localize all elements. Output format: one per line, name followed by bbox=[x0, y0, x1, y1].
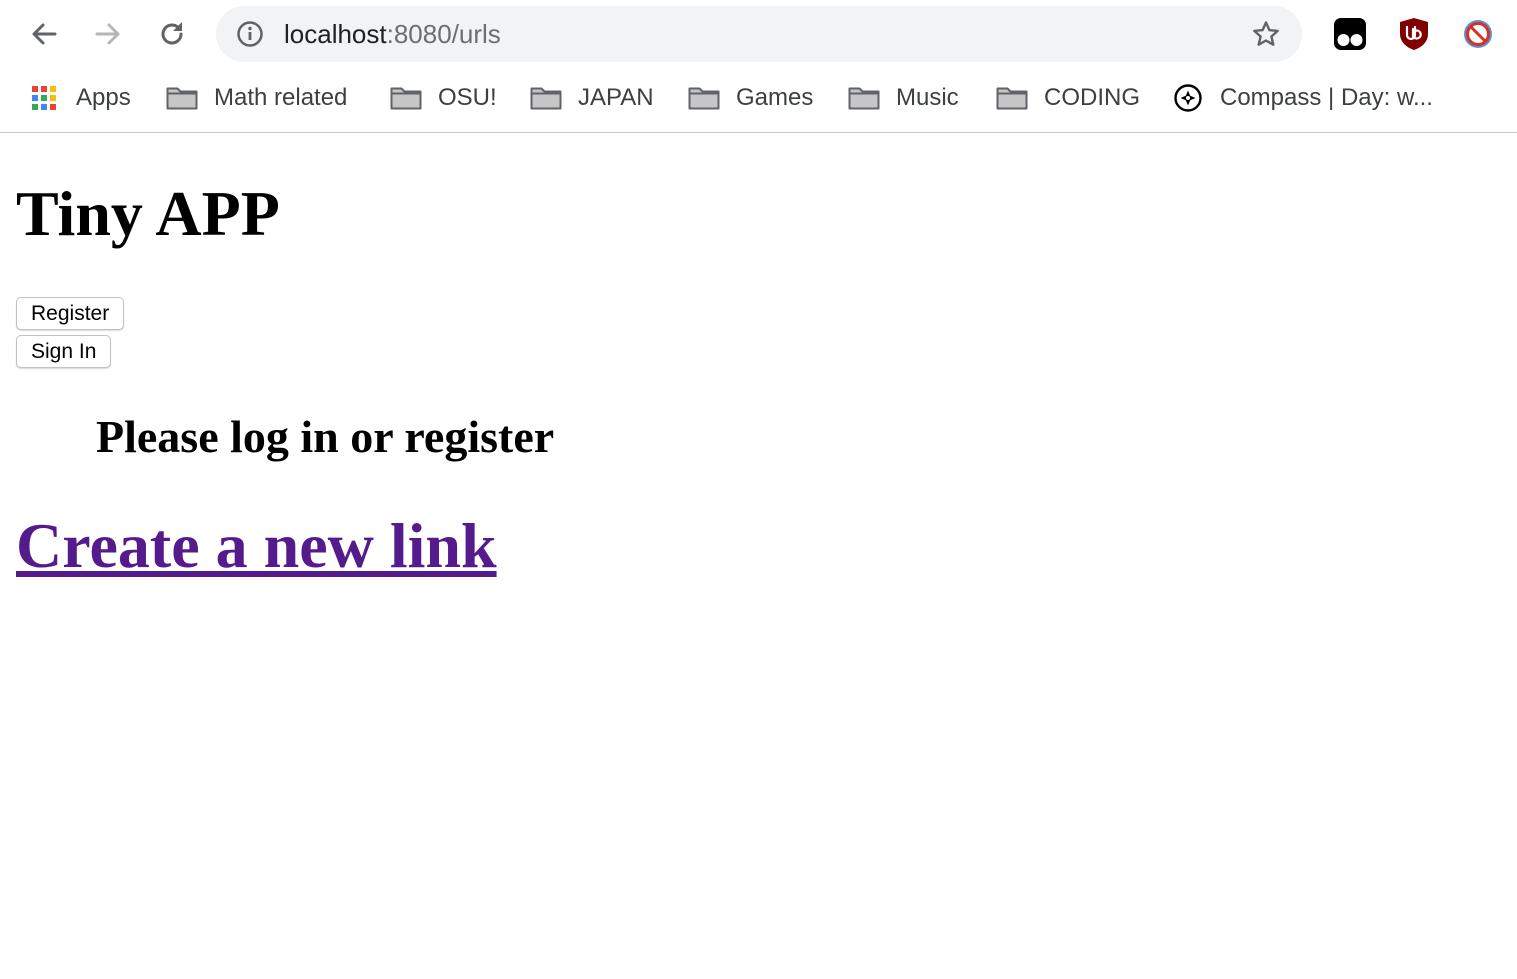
forward-button[interactable] bbox=[88, 14, 128, 54]
bookmark-folder-coding[interactable]: CODING bbox=[996, 82, 1140, 114]
address-bar[interactable]: localhost:8080/urls bbox=[216, 6, 1302, 62]
folder-icon bbox=[530, 82, 562, 114]
create-new-link[interactable]: Create a new link bbox=[16, 506, 497, 586]
bookmark-folder-osu[interactable]: OSU! bbox=[390, 82, 497, 114]
bookmark-label: Music bbox=[896, 84, 959, 111]
bookmark-label: Compass | Day: w... bbox=[1220, 84, 1433, 111]
arrow-right-icon bbox=[92, 18, 124, 50]
ublock-origin-icon[interactable] bbox=[1396, 16, 1432, 52]
url-text[interactable]: localhost:8080/urls bbox=[284, 19, 501, 49]
bookmark-star-icon[interactable] bbox=[1250, 18, 1282, 50]
bookmark-compass[interactable]: Compass | Day: w... bbox=[1172, 82, 1433, 114]
folder-icon bbox=[848, 82, 880, 114]
sign-in-button[interactable]: Sign In bbox=[16, 335, 112, 368]
folder-icon bbox=[996, 82, 1028, 114]
bookmark-folder-music[interactable]: Music bbox=[848, 82, 959, 114]
reload-icon bbox=[156, 18, 188, 50]
page-content: Tiny APP Register Sign In Please log in … bbox=[0, 134, 1517, 979]
register-button[interactable]: Register bbox=[16, 297, 125, 330]
bookmarks-bar: Apps Math related OSU! JAPAN Games Music bbox=[0, 68, 1517, 133]
folder-icon bbox=[166, 82, 198, 114]
compass-icon bbox=[1172, 82, 1204, 114]
back-button[interactable] bbox=[24, 14, 64, 54]
browser-toolbar: localhost:8080/urls bbox=[0, 0, 1517, 68]
bookmark-label: OSU! bbox=[438, 84, 497, 111]
url-path: :8080/urls bbox=[386, 19, 501, 49]
folder-icon bbox=[688, 82, 720, 114]
bookmark-folder-math[interactable]: Math related bbox=[166, 82, 347, 114]
blocker-icon[interactable] bbox=[1460, 16, 1496, 52]
apps-grid-icon bbox=[28, 82, 60, 114]
reload-button[interactable] bbox=[152, 14, 192, 54]
page-title: Tiny APP bbox=[16, 178, 280, 249]
bookmark-label: Math related bbox=[214, 84, 348, 111]
folder-icon bbox=[390, 82, 422, 114]
url-host: localhost bbox=[284, 19, 387, 49]
bookmark-label: JAPAN bbox=[578, 84, 654, 111]
bookmark-label: Games bbox=[736, 84, 814, 111]
bookmark-label: CODING bbox=[1044, 84, 1140, 111]
login-prompt: Please log in or register bbox=[96, 411, 555, 462]
bookmark-apps[interactable]: Apps bbox=[28, 82, 131, 114]
bookmark-folder-games[interactable]: Games bbox=[688, 82, 813, 114]
bookmark-folder-japan[interactable]: JAPAN bbox=[530, 82, 654, 114]
tampermonkey-icon[interactable] bbox=[1332, 16, 1368, 52]
arrow-left-icon bbox=[28, 18, 60, 50]
info-icon[interactable] bbox=[236, 20, 264, 48]
bookmark-label: Apps bbox=[76, 84, 131, 111]
